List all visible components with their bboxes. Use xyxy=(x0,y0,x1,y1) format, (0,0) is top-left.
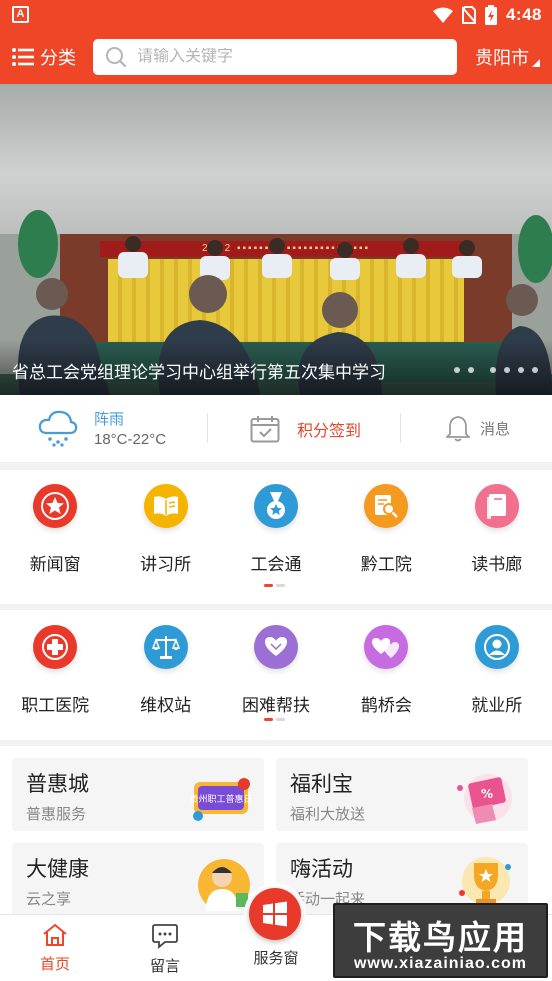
search-icon xyxy=(106,47,127,68)
cloud-rain-icon xyxy=(38,410,78,447)
grid-item-label: 讲习所 xyxy=(140,555,192,574)
grid-item-label: 鹊桥会 xyxy=(360,696,412,715)
wifi-icon xyxy=(432,7,453,23)
checkin-label: 积分签到 xyxy=(297,423,362,440)
grid-item-union[interactable]: 工会通 xyxy=(221,484,331,575)
card-art-text: 贵州职工普惠日 xyxy=(189,793,252,805)
star-icon xyxy=(33,484,78,528)
divider xyxy=(400,413,401,443)
grid-item-hospital[interactable]: 职工医院 xyxy=(0,625,110,716)
grid-item-label: 就业所 xyxy=(471,696,523,715)
person-icon xyxy=(474,625,519,669)
no-sim-icon xyxy=(461,6,476,24)
windows-logo-icon xyxy=(263,901,287,927)
chat-icon xyxy=(152,924,178,949)
card-subtitle: 普惠服务 xyxy=(26,806,87,823)
grid-item-label: 黔工院 xyxy=(360,555,412,574)
tab-message[interactable]: 留言 xyxy=(125,923,205,976)
grid-page-indicator xyxy=(264,584,288,587)
tab-label: 留言 xyxy=(149,958,180,975)
carousel-dot xyxy=(532,367,538,373)
card-title: 嗨活动 xyxy=(290,858,353,881)
heart-hand-icon xyxy=(253,625,298,669)
card-subtitle: 福利大放送 xyxy=(290,806,366,823)
divider xyxy=(207,413,208,443)
grid-item-label: 新闻窗 xyxy=(29,555,81,574)
grid-item-lecture[interactable]: 讲习所 xyxy=(110,484,220,575)
card-subtitle: 云之享 xyxy=(26,891,72,908)
carousel-dot xyxy=(518,367,524,373)
grid-item-label: 职工医院 xyxy=(21,696,90,715)
grid-item-assistance[interactable]: 困难帮扶 xyxy=(221,625,331,716)
city-label: 贵阳市 xyxy=(475,48,529,68)
category-button[interactable]: 分类 xyxy=(12,43,76,71)
grid-item-news[interactable]: 新闻窗 xyxy=(0,484,110,575)
grid-item-reading[interactable]: 读书廊 xyxy=(442,484,552,575)
app-root: A 4:48 分类 贵阳市 xyxy=(0,0,552,981)
grid-page-indicator xyxy=(264,718,288,721)
grid-item-label: 工会通 xyxy=(250,555,302,574)
watermark-url: www.xiazainiao.com xyxy=(353,955,527,972)
svg-text:%: % xyxy=(481,787,493,801)
medal-icon xyxy=(253,484,298,528)
carousel-dot xyxy=(504,367,510,373)
status-bar: A 4:48 xyxy=(0,0,552,30)
grid-item-matchmaking[interactable]: 鹊桥会 xyxy=(331,625,441,716)
carousel-indicator xyxy=(454,367,538,373)
grid-item-label: 困难帮扶 xyxy=(241,696,310,715)
feature-grid-1: 新闻窗 讲习所 工会通 黔工院 读书廊 xyxy=(0,470,552,604)
category-label: 分类 xyxy=(40,48,76,68)
weather-temperature: 18°C-22°C xyxy=(94,431,167,448)
book-icon xyxy=(143,484,188,528)
card-puhui[interactable]: 普惠城 普惠服务 贵州职工普惠日 xyxy=(12,758,264,831)
clock: 4:48 xyxy=(505,5,542,24)
card-health[interactable]: 大健康 云之享 xyxy=(12,843,264,916)
doc-search-icon xyxy=(364,484,409,528)
grid-item-label: 维权站 xyxy=(140,696,192,715)
app-badge-icon: A xyxy=(12,6,29,23)
tab-label: 首页 xyxy=(39,956,70,973)
card-title: 大健康 xyxy=(26,858,89,881)
carousel-dot xyxy=(490,367,496,373)
hearts-icon xyxy=(364,625,409,669)
info-bar: 阵雨 18°C-22°C 积分签到 消息 xyxy=(0,395,552,462)
service-window-button[interactable] xyxy=(249,888,301,940)
doctor-art xyxy=(198,859,250,911)
home-icon xyxy=(43,923,67,946)
battery-icon xyxy=(484,5,497,25)
banner-carousel[interactable]: 2022 ▪▪▪▪▪▪▪▪▪▪▪▪▪▪▪▪▪▪▪▪▪▪▪▪ xyxy=(0,84,552,395)
messages-button[interactable]: 消息 xyxy=(446,415,510,442)
grid-item-rights[interactable]: 维权站 xyxy=(110,625,220,716)
watermark-logo: 下载鸟应用 www.xiazainiao.com xyxy=(333,903,548,978)
checkin-button[interactable]: 积分签到 xyxy=(250,415,361,443)
search-input[interactable] xyxy=(137,48,437,66)
search-box[interactable] xyxy=(93,39,457,75)
card-title: 普惠城 xyxy=(26,773,89,796)
service-window-label: 服务窗 xyxy=(253,950,299,967)
scales-icon xyxy=(143,625,188,669)
dropdown-triangle-icon xyxy=(532,59,540,67)
city-selector[interactable]: 贵阳市 xyxy=(475,44,540,70)
shopping-promo-art: 贵州职工普惠日 xyxy=(189,778,253,821)
feature-grid-2: 职工医院 维权站 困难帮扶 鹊桥会 就业所 xyxy=(0,610,552,740)
calendar-check-icon xyxy=(250,416,280,443)
card-title: 福利宝 xyxy=(290,773,353,796)
bell-icon xyxy=(446,416,470,442)
carousel-dot xyxy=(468,367,474,373)
gift-coupon-art: % xyxy=(457,774,512,824)
card-fulibao[interactable]: 福利宝 福利大放送 % xyxy=(276,758,528,831)
medical-cross-icon xyxy=(33,625,78,669)
grid-item-employment[interactable]: 就业所 xyxy=(442,625,552,716)
watermark-title: 下载鸟应用 xyxy=(353,918,528,957)
tab-home[interactable]: 首页 xyxy=(15,923,95,974)
banner-caption: 省总工会党组理论学习中心组举行第五次集中学习 xyxy=(12,363,386,382)
books-icon xyxy=(474,484,519,528)
weather-condition: 阵雨 xyxy=(94,411,125,428)
top-header: 分类 贵阳市 xyxy=(0,30,552,84)
grid-item-label: 读书廊 xyxy=(471,555,523,574)
messages-label: 消息 xyxy=(480,421,511,438)
list-menu-icon xyxy=(12,48,34,66)
grid-item-institute[interactable]: 黔工院 xyxy=(331,484,441,575)
carousel-dot xyxy=(454,367,460,373)
